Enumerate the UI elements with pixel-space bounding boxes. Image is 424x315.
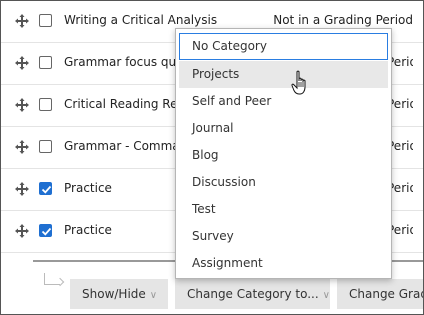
gradebook-panel: Writing a Critical Analysis Not in a Gra…: [0, 0, 424, 315]
grading-period: Not in a Grading Period: [273, 13, 413, 27]
row-checkbox[interactable]: [39, 56, 52, 69]
show-hide-button[interactable]: Show/Hide ∨: [70, 279, 168, 309]
category-option-assignment[interactable]: Assignment: [179, 250, 388, 277]
move-arrows-icon[interactable]: [14, 181, 30, 197]
category-option-discussion[interactable]: Discussion: [179, 169, 388, 196]
hand-pointer-icon: [291, 70, 311, 96]
category-option-journal[interactable]: Journal: [179, 115, 388, 142]
row-checkbox[interactable]: [39, 224, 52, 237]
row-checkbox[interactable]: [39, 14, 52, 27]
chevron-down-icon: ∨: [149, 290, 158, 301]
move-arrows-icon[interactable]: [14, 223, 30, 239]
item-title[interactable]: Grammar - Commas: [64, 139, 186, 153]
checkmark-icon: [41, 185, 52, 194]
category-option-test[interactable]: Test: [179, 196, 388, 223]
change-category-button[interactable]: Change Category to... ∨: [175, 279, 330, 309]
category-dropdown-menu: No Category Projects Self and Peer Journ…: [175, 28, 392, 279]
show-hide-label: Show/Hide: [82, 287, 146, 301]
move-arrows-icon[interactable]: [14, 139, 30, 155]
row-checkbox[interactable]: [39, 140, 52, 153]
item-title[interactable]: Writing a Critical Analysis: [64, 13, 217, 27]
item-title[interactable]: Practice: [64, 181, 112, 195]
change-grading-period-label: Change Grading Period: [349, 287, 423, 301]
category-option-projects[interactable]: Projects: [179, 61, 388, 88]
category-option-blog[interactable]: Blog: [179, 142, 388, 169]
change-category-label: Change Category to...: [187, 287, 319, 301]
item-title[interactable]: Grammar focus quiz: [64, 55, 186, 69]
change-grading-period-button[interactable]: Change Grading Period: [337, 279, 423, 309]
row-checkbox[interactable]: [39, 182, 52, 195]
move-arrows-icon[interactable]: [14, 13, 30, 29]
category-option-no-category[interactable]: No Category: [179, 33, 388, 60]
category-option-survey[interactable]: Survey: [179, 223, 388, 250]
move-arrows-icon[interactable]: [14, 55, 30, 71]
item-title[interactable]: Practice: [64, 223, 112, 237]
category-option-self-and-peer[interactable]: Self and Peer: [179, 88, 388, 115]
move-arrows-icon[interactable]: [14, 97, 30, 113]
row-checkbox[interactable]: [39, 98, 52, 111]
checkmark-icon: [41, 227, 52, 236]
chevron-down-icon: ∨: [322, 290, 330, 301]
